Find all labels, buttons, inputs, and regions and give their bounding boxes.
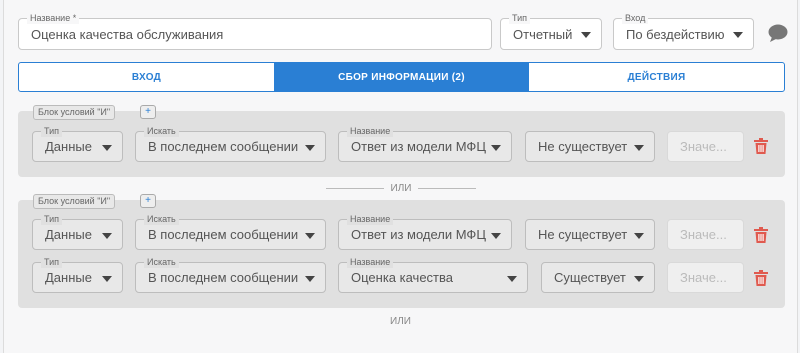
chevron-down-icon [102, 144, 112, 151]
chevron-down-icon [305, 144, 315, 151]
trash-icon[interactable] [754, 227, 768, 243]
row2-type-select[interactable]: Тип Данные [32, 213, 123, 250]
type-select[interactable]: Тип Отчетный [500, 12, 602, 50]
separator-line [418, 187, 476, 189]
row2-value-input[interactable]: Значе... [667, 219, 744, 250]
chevron-down-icon [102, 232, 112, 239]
chevron-down-icon [491, 144, 501, 151]
row1-type-value: Данные [45, 139, 92, 154]
row3-name-select[interactable]: Название Оценка качества [338, 256, 528, 293]
row1-value-placeholder: Значе... [680, 139, 727, 154]
row1-exists-value: Не существует [538, 139, 628, 154]
row2-exists-select[interactable]: Не существует [525, 219, 655, 250]
row3-value-placeholder: Значе... [680, 270, 727, 285]
input-select[interactable]: Вход По бездействию [613, 12, 754, 50]
section-tabs: ВХОД СБОР ИНФОРМАЦИИ (2) ДЕЙСТВИЯ [18, 62, 785, 92]
row3-name-value: Оценка качества [351, 270, 454, 285]
chevron-down-icon [305, 232, 315, 239]
trash-icon[interactable] [754, 138, 768, 154]
chevron-down-icon [733, 32, 743, 38]
row1-search-value: В последнем сообщении [148, 139, 299, 154]
input-select-value: По бездействию [626, 26, 725, 42]
row3-search-select[interactable]: Искать В последнем сообщении [135, 256, 326, 293]
tab-data-collection[interactable]: СБОР ИНФОРМАЦИИ (2) [274, 63, 529, 91]
row2-search-value: В последнем сообщении [148, 227, 299, 242]
chevron-down-icon [102, 275, 112, 282]
trash-icon[interactable] [754, 270, 768, 286]
row1-search-select[interactable]: Искать В последнем сообщении [135, 125, 326, 162]
add-or-block-link[interactable]: ИЛИ [390, 316, 411, 327]
chevron-down-icon [305, 275, 315, 282]
row3-type-select[interactable]: Тип Данные [32, 256, 123, 293]
row2-type-value: Данные [45, 227, 92, 242]
name-field[interactable]: Название * Оценка качества обслуживания [18, 12, 492, 50]
chevron-down-icon [634, 144, 644, 151]
row1-name-value: Ответ из модели МФЦ [351, 139, 486, 154]
separator-text: ИЛИ [390, 182, 412, 194]
row3-exists-select[interactable]: Существует [541, 262, 655, 293]
chevron-down-icon [634, 232, 644, 239]
name-field-value: Оценка качества обслуживания [31, 26, 224, 42]
row2-name-select[interactable]: Название Ответ из модели МФЦ [338, 213, 512, 250]
type-select-value: Отчетный [513, 26, 573, 42]
row2-name-value: Ответ из модели МФЦ [351, 227, 486, 242]
add-condition-button[interactable]: + [140, 105, 156, 119]
row3-search-value: В последнем сообщении [148, 270, 299, 285]
add-condition-button[interactable]: + [140, 194, 156, 208]
row2-search-select[interactable]: Искать В последнем сообщении [135, 213, 326, 250]
row3-value-input[interactable]: Значе... [667, 262, 744, 293]
tab-input[interactable]: ВХОД [19, 63, 274, 91]
tab-actions[interactable]: ДЕЙСТВИЯ [529, 63, 784, 91]
row1-value-input[interactable]: Значе... [667, 131, 744, 162]
row2-value-placeholder: Значе... [680, 227, 727, 242]
or-separator: ИЛИ [326, 182, 476, 194]
row1-name-select[interactable]: Название Ответ из модели МФЦ [338, 125, 512, 162]
row1-type-select[interactable]: Тип Данные [32, 125, 123, 162]
row1-exists-select[interactable]: Не существует [525, 131, 655, 162]
row3-exists-value: Существует [554, 270, 626, 285]
chevron-down-icon [581, 32, 591, 38]
separator-line [326, 187, 384, 189]
row3-type-value: Данные [45, 270, 92, 285]
chevron-down-icon [491, 232, 501, 239]
block-label: Блок условий "И" [33, 194, 116, 209]
comment-icon[interactable] [767, 23, 789, 43]
block-label: Блок условий "И" [33, 105, 116, 120]
condition-editor-panel: Название * Оценка качества обслуживания … [3, 0, 798, 353]
chevron-down-icon [507, 275, 517, 282]
row2-exists-value: Не существует [538, 227, 628, 242]
chevron-down-icon [634, 275, 644, 282]
